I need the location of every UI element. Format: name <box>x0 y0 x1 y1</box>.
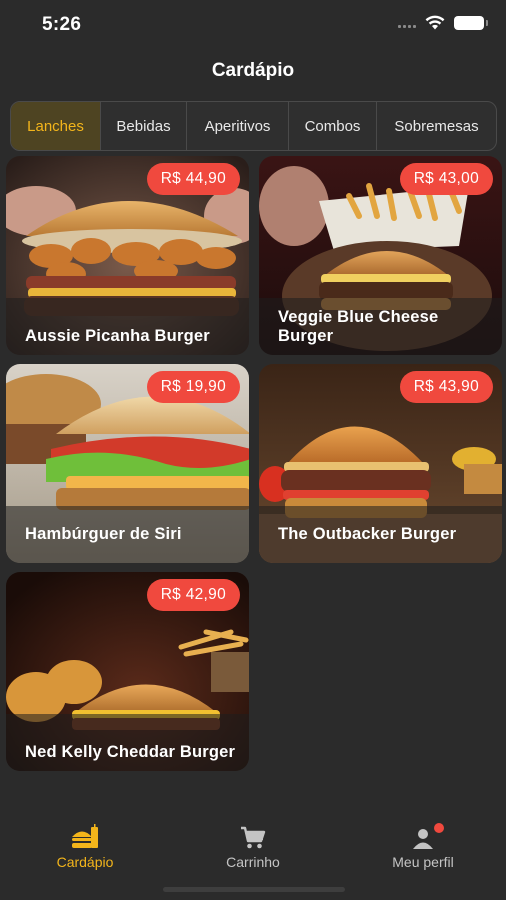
cart-icon <box>240 822 266 850</box>
wifi-icon <box>425 15 445 30</box>
product-card-ned-kelly-cheddar[interactable]: Ned Kelly Cheddar Burger R$ 42,90 <box>6 572 249 771</box>
price-badge: R$ 42,90 <box>146 579 240 611</box>
tab-bebidas[interactable]: Bebidas <box>101 102 187 150</box>
nav-label: Meu perfil <box>392 854 454 870</box>
profile-icon <box>412 822 444 850</box>
price-badge: R$ 43,90 <box>399 371 493 403</box>
notification-dot <box>434 823 444 833</box>
category-tabs: Lanches Bebidas Aperitivos Combos Sobrem… <box>10 101 497 151</box>
status-bar: 5:26 <box>0 0 506 52</box>
product-name: The Outbacker Burger <box>278 525 457 543</box>
product-card-hamburguer-de-siri[interactable]: Hambúrguer de Siri R$ 19,90 <box>6 364 249 563</box>
nav-meu-perfil[interactable]: Meu perfil <box>358 822 488 870</box>
nav-carrinho[interactable]: Carrinho <box>188 822 318 870</box>
cellular-signal-icon <box>398 18 416 28</box>
status-time: 5:26 <box>42 14 82 35</box>
status-icons <box>398 15 488 30</box>
product-card-aussie-picanha[interactable]: Aussie Picanha Burger R$ 44,90 <box>6 156 249 355</box>
page-title: Cardápio <box>211 60 295 81</box>
tab-sobremesas[interactable]: Sobremesas <box>377 102 496 150</box>
product-name: Ned Kelly Cheddar Burger <box>25 743 236 761</box>
home-indicator <box>163 887 345 892</box>
tab-combos[interactable]: Combos <box>289 102 377 150</box>
price-badge: R$ 43,00 <box>399 163 493 195</box>
price-badge: R$ 44,90 <box>146 163 240 195</box>
product-card-outbacker-burger[interactable]: The Outbacker Burger R$ 43,90 <box>259 364 502 563</box>
price-badge: R$ 19,90 <box>146 371 240 403</box>
battery-icon <box>454 15 488 30</box>
product-name: Aussie Picanha Burger <box>25 327 210 345</box>
bottom-navigation: Cardápio Carrinho Meu perfil <box>0 800 506 900</box>
tab-lanches[interactable]: Lanches <box>11 102 101 150</box>
nav-label: Cardápio <box>56 854 114 870</box>
nav-label: Carrinho <box>226 854 280 870</box>
nav-cardapio[interactable]: Cardápio <box>20 822 150 870</box>
burger-menu-icon <box>70 822 100 850</box>
product-name: Hambúrguer de Siri <box>25 525 182 543</box>
tab-aperitivos[interactable]: Aperitivos <box>187 102 289 150</box>
product-card-veggie-blue-cheese[interactable]: Veggie Blue Cheese Burger R$ 43,00 <box>259 156 502 355</box>
product-name: Veggie Blue Cheese Burger <box>278 308 439 345</box>
